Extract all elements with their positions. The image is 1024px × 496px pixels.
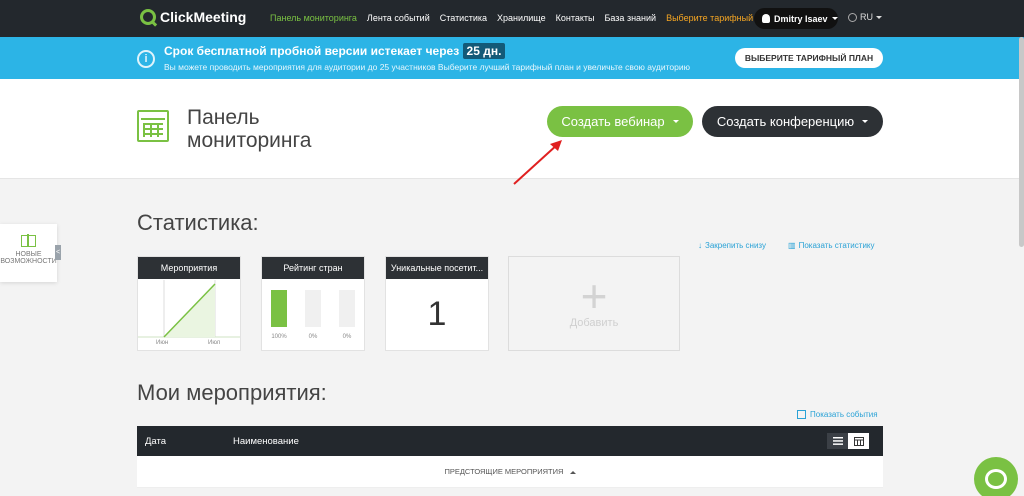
- events-icon: [797, 410, 806, 419]
- column-date[interactable]: Дата: [145, 436, 166, 447]
- banner-subtitle: Вы можете проводить мероприятия для ауди…: [164, 62, 690, 72]
- banner-title-text: Срок бесплатной пробной версии истекает …: [164, 44, 460, 58]
- rank-bar: [305, 290, 321, 327]
- chevron-down-icon: [876, 15, 882, 19]
- nav-link-knowledge-base[interactable]: База знаний: [605, 13, 657, 23]
- upcoming-events-label: ПРЕДСТОЯЩИЕ МЕРОПРИЯТИЯ: [444, 467, 564, 476]
- user-icon: [762, 14, 770, 23]
- show-events-link[interactable]: Показать события: [797, 410, 878, 419]
- rank-label: 0%: [308, 334, 318, 340]
- gift-icon: [21, 234, 36, 247]
- user-name: Dmitry Isaev: [774, 13, 828, 24]
- clickmeeting-logo[interactable]: ClickMeeting: [140, 9, 246, 25]
- top-navigation: ClickMeeting Панель мониторинга Лента со…: [0, 0, 1024, 37]
- rank-label: 100%: [271, 334, 287, 340]
- rank-bar: [271, 290, 287, 327]
- add-stat-card[interactable]: + Добавить: [508, 256, 680, 351]
- calendar-icon: [137, 110, 169, 142]
- show-statistics-link[interactable]: ▥ Показать статистику: [788, 241, 875, 250]
- x-label-jul: Июл: [208, 340, 221, 346]
- page-title: Панель мониторинга: [187, 106, 312, 152]
- caret-up-icon: [569, 470, 576, 474]
- rank-bar: [339, 290, 355, 327]
- x-label-jun: Июн: [156, 340, 169, 346]
- unique-visitors-value: 1: [427, 295, 447, 333]
- view-toggle: [827, 433, 869, 449]
- logo-text: ClickMeeting: [160, 9, 247, 25]
- nav-link-contacts[interactable]: Контакты: [556, 13, 595, 23]
- create-webinar-button[interactable]: Создать вебинар: [547, 106, 693, 137]
- list-icon: [832, 437, 843, 445]
- pin-bottom-link[interactable]: ↓ Закрепить снизу: [698, 241, 766, 250]
- info-icon: i: [137, 50, 155, 68]
- card-title: Рейтинг стран: [262, 257, 364, 279]
- events-mini-chart: [138, 280, 240, 338]
- nav-link-statistics[interactable]: Статистика: [440, 13, 487, 23]
- my-events-title: Мои мероприятия:: [137, 380, 327, 405]
- card-title: Уникальные посетит...: [386, 257, 488, 279]
- language-label: RU: [860, 12, 873, 22]
- calendar-icon: [853, 436, 864, 446]
- nav-link-storage[interactable]: Хранилище: [497, 13, 546, 23]
- events-stat-card[interactable]: Мероприятия Июн Июл: [137, 256, 241, 351]
- chevron-down-icon: [672, 120, 679, 123]
- arrow-down-icon: ↓: [698, 241, 702, 250]
- card-title: Мероприятия: [138, 257, 240, 279]
- new-features-label: НОВЫЕ ВОЗМОЖНОСТИ: [0, 251, 57, 265]
- nav-link-dashboard[interactable]: Панель мониторинга: [270, 13, 357, 23]
- collapse-panel-tab[interactable]: <: [55, 245, 61, 260]
- rank-label: 0%: [342, 334, 352, 340]
- chat-button[interactable]: [974, 457, 1018, 496]
- globe-icon: [848, 12, 857, 22]
- create-conference-button[interactable]: Создать конференцию: [702, 106, 883, 137]
- pin-bottom-label: Закрепить снизу: [705, 241, 766, 250]
- chart-icon: ▥: [788, 241, 796, 250]
- choose-plan-button[interactable]: ВЫБЕРИТЕ ТАРИФНЫЙ ПЛАН: [735, 48, 883, 68]
- chevron-down-icon: [862, 120, 869, 123]
- banner-title: Срок бесплатной пробной версии истекает …: [164, 43, 506, 59]
- user-menu-button[interactable]: Dmitry Isaev: [754, 8, 838, 29]
- show-statistics-label: Показать статистику: [798, 241, 875, 250]
- chat-icon: [985, 469, 1007, 489]
- upcoming-events-toggle[interactable]: ПРЕДСТОЯЩИЕ МЕРОПРИЯТИЯ: [137, 456, 883, 488]
- events-table-header: Дата Наименование: [137, 426, 883, 456]
- list-view-button[interactable]: [827, 433, 848, 449]
- add-label: Добавить: [569, 317, 619, 329]
- create-webinar-label: Создать вебинар: [561, 114, 665, 129]
- column-name[interactable]: Наименование: [233, 436, 299, 447]
- page-scrollbar[interactable]: [1019, 37, 1024, 247]
- show-events-label: Показать события: [810, 410, 878, 419]
- new-features-panel[interactable]: НОВЫЕ ВОЗМОЖНОСТИ: [0, 224, 57, 282]
- nav-links: Панель мониторинга Лента событий Статист…: [270, 13, 776, 23]
- unique-visitors-card[interactable]: Уникальные посетит... 1: [385, 256, 489, 351]
- annotation-arrow: [513, 140, 562, 185]
- logo-icon: [140, 9, 156, 25]
- statistics-title: Статистика:: [137, 210, 259, 235]
- language-selector[interactable]: RU: [848, 12, 882, 22]
- create-conference-label: Создать конференцию: [716, 114, 855, 129]
- calendar-view-button[interactable]: [848, 433, 869, 449]
- trial-days-badge: 25 дн.: [462, 43, 506, 59]
- nav-link-events-feed[interactable]: Лента событий: [367, 13, 430, 23]
- country-rating-card[interactable]: Рейтинг стран 100% 0% 0%: [261, 256, 365, 351]
- chevron-down-icon: [831, 17, 838, 20]
- plus-icon: +: [580, 270, 608, 322]
